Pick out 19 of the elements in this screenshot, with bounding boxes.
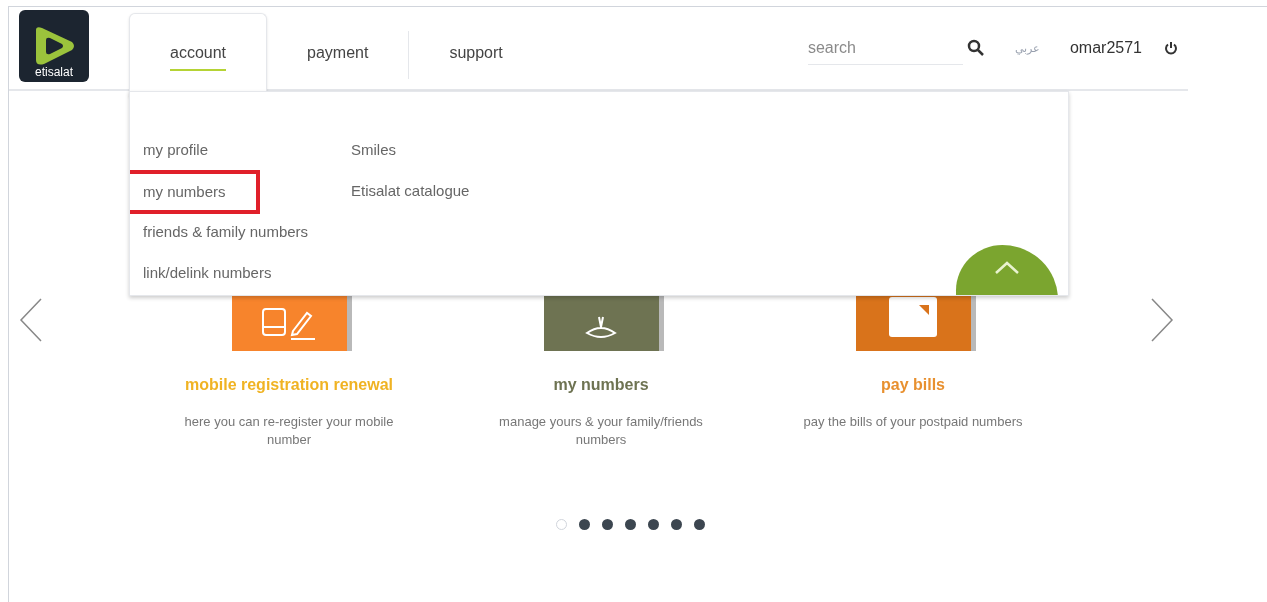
card-description: pay the bills of your postpaid numbers [803, 413, 1023, 431]
power-icon[interactable] [1164, 41, 1178, 55]
menu-item[interactable]: friends & family numbers [143, 221, 309, 244]
card-description: manage yours & your family/friends numbers [498, 413, 704, 449]
chevron-up-icon [994, 261, 1020, 275]
nav-tab[interactable]: support [409, 13, 543, 97]
card-title[interactable]: my numbers [553, 373, 649, 397]
card-description: here you can re-register your mobile number [183, 413, 395, 449]
logo[interactable]: etisalat [19, 10, 89, 82]
menu-item[interactable]: Smiles [351, 139, 396, 162]
menu-item[interactable]: my numbers [143, 182, 226, 200]
menu-item[interactable]: Etisalat catalogue [351, 180, 470, 203]
menu-item[interactable]: link/delink numbers [143, 262, 272, 285]
search-icon[interactable] [966, 39, 985, 57]
search-field[interactable]: search [807, 31, 963, 65]
nav-tab[interactable]: payment [267, 13, 409, 97]
username: omar2571 [1069, 38, 1142, 58]
logo-text: etisalat [35, 66, 73, 78]
menu-item[interactable]: my profile [143, 139, 209, 162]
